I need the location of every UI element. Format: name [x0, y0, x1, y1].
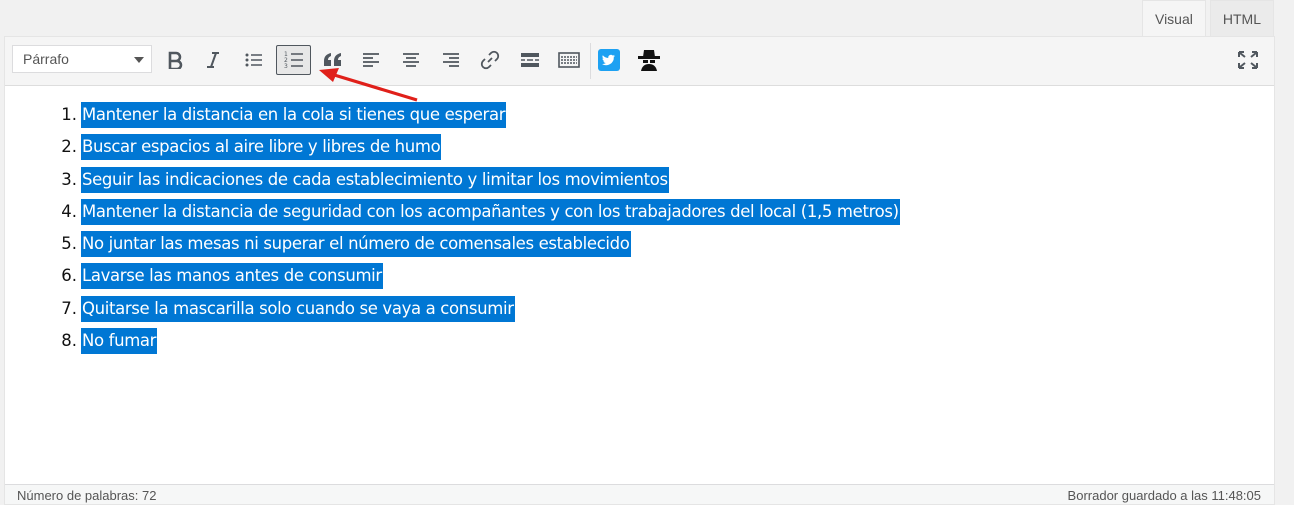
- bulleted-list-icon: [245, 53, 262, 67]
- list-item-text[interactable]: Lavarse las manos antes de consumir: [81, 263, 383, 290]
- insert-link-button[interactable]: [473, 45, 507, 75]
- list-item: 5. No juntar las mesas ni superar el núme…: [58, 231, 900, 263]
- list-item: 1. Mantener la distancia en la cola si ti…: [58, 102, 900, 134]
- list-number: 5.: [61, 234, 77, 254]
- format-select[interactable]: Párrafo: [12, 45, 152, 73]
- list-item: 8. No fumar: [58, 328, 900, 360]
- blockquote-button[interactable]: [316, 45, 350, 75]
- fullscreen-button[interactable]: [1231, 45, 1265, 75]
- editor: Párrafo 123 1. Mantener la distancia en …: [4, 36, 1275, 505]
- list-item-text[interactable]: Mantener la distancia en la cola si tien…: [81, 102, 507, 128]
- tab-html[interactable]: HTML: [1209, 0, 1274, 36]
- editor-toolbar: Párrafo 123: [5, 37, 1274, 86]
- list-number: 4.: [61, 201, 77, 221]
- editor-content[interactable]: 1. Mantener la distancia en la cola si ti…: [5, 87, 1274, 484]
- read-more-icon: [521, 53, 539, 67]
- editor-tabs: Visual HTML: [1138, 0, 1274, 36]
- align-center-icon: [403, 53, 419, 67]
- status-bar: Número de palabras: 72 Borrador guardado…: [5, 484, 1274, 504]
- list-item: 6. Lavarse las manos antes de consumir: [58, 263, 900, 295]
- numbered-list-button[interactable]: 123: [276, 45, 311, 75]
- spy-icon: [638, 50, 660, 71]
- list-number: 2.: [61, 137, 77, 157]
- twitter-icon: [598, 49, 620, 71]
- list-item-text[interactable]: Buscar espacios al aire libre y libres d…: [81, 134, 442, 161]
- list-number: 8.: [61, 331, 77, 351]
- list-number: 7.: [61, 298, 77, 318]
- numbered-list-icon: 123: [284, 51, 303, 70]
- list-item-text[interactable]: Seguir las indicaciones de cada establec…: [81, 166, 669, 193]
- link-icon: [480, 50, 500, 70]
- format-select-value: Párrafo: [23, 51, 69, 67]
- bulleted-list-button[interactable]: [237, 45, 271, 75]
- align-left-button[interactable]: [354, 45, 388, 75]
- word-count: Número de palabras: 72: [17, 488, 157, 503]
- list-item: 3. Seguir las indicaciones de cada establ…: [58, 166, 900, 199]
- numbered-list: 1. Mantener la distancia en la cola si ti…: [58, 102, 900, 360]
- draft-saved-status: Borrador guardado a las 11:48:05: [1067, 488, 1261, 503]
- align-right-button[interactable]: [434, 45, 468, 75]
- list-item: 4. Mantener la distancia de seguridad con…: [58, 198, 900, 231]
- chevron-down-icon: [134, 57, 144, 63]
- list-number: 6.: [61, 266, 77, 286]
- quote-icon: [324, 53, 341, 66]
- list-item-text[interactable]: Quitarse la mascarilla solo cuando se va…: [81, 295, 515, 322]
- list-item-text[interactable]: No juntar las mesas ni superar el número…: [81, 231, 631, 258]
- keyboard-icon: [558, 52, 580, 68]
- align-left-icon: [363, 53, 379, 67]
- bold-icon: [168, 51, 183, 69]
- list-item: 7. Quitarse la mascarilla solo cuando se …: [58, 295, 900, 328]
- list-item-text[interactable]: No fumar: [81, 328, 158, 355]
- toolbar-toggle-button[interactable]: [552, 45, 586, 75]
- spy-button[interactable]: [632, 45, 666, 75]
- bold-button[interactable]: [158, 45, 192, 75]
- align-right-icon: [443, 53, 459, 67]
- align-center-button[interactable]: [394, 45, 428, 75]
- list-item: 2. Buscar espacios al aire libre y libres…: [58, 134, 900, 166]
- list-number: 3.: [61, 169, 77, 189]
- list-number: 1.: [61, 105, 77, 124]
- toolbar-separator: [590, 43, 591, 79]
- italic-button[interactable]: [196, 45, 230, 75]
- tab-visual[interactable]: Visual: [1141, 0, 1206, 36]
- read-more-button[interactable]: [513, 45, 547, 75]
- svg-text:3: 3: [284, 63, 288, 70]
- twitter-button[interactable]: [592, 45, 626, 75]
- italic-icon: [207, 52, 219, 68]
- fullscreen-icon: [1238, 51, 1258, 69]
- list-item-text[interactable]: Mantener la distancia de seguridad con l…: [81, 198, 900, 225]
